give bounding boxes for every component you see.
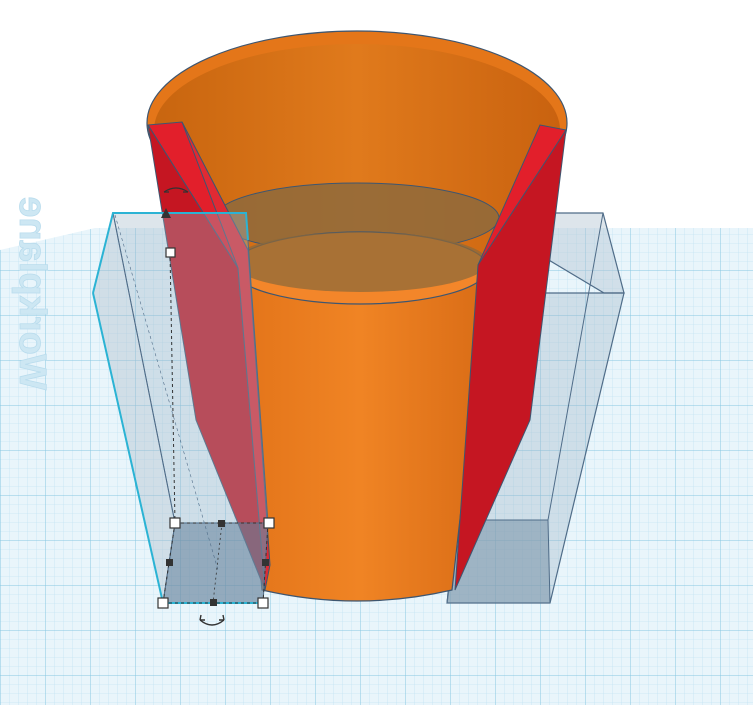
edge-handle[interactable] xyxy=(166,559,173,566)
edge-handle[interactable] xyxy=(218,520,225,527)
corner-handle[interactable] xyxy=(169,517,181,529)
corner-handle[interactable] xyxy=(165,247,176,258)
corner-handle[interactable] xyxy=(157,597,169,609)
corner-handle[interactable] xyxy=(263,517,275,529)
edge-handle[interactable] xyxy=(210,599,217,606)
workplane-label: Workplane xyxy=(11,196,53,390)
edge-handle[interactable] xyxy=(262,559,269,566)
corner-handle[interactable] xyxy=(257,597,269,609)
3d-viewport[interactable]: Workplane xyxy=(0,0,753,705)
